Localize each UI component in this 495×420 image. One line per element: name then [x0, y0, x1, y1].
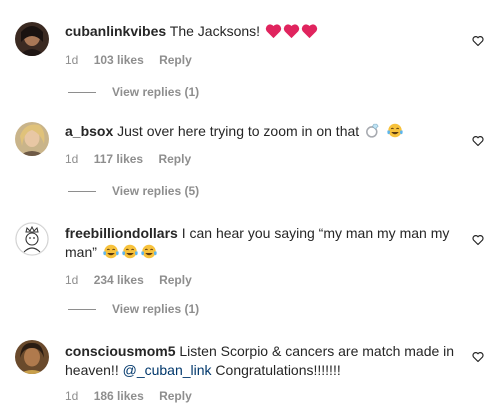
reply-button[interactable]: Reply [159, 389, 192, 403]
comment-text: freebilliondollars I can hear you saying… [65, 224, 455, 265]
red-heart-icon [283, 23, 300, 44]
comment-text: a_bsox Just over here trying to zoom in … [65, 122, 455, 144]
tears-of-joy-icon [102, 243, 120, 265]
view-replies-label: View replies (5) [112, 184, 200, 198]
likes-count[interactable]: 186 likes [94, 389, 144, 403]
comment-meta: 1d 234 likes Reply [65, 272, 455, 288]
comment-body: Just over here trying to zoom in on that [117, 123, 360, 139]
view-replies-label: View replies (1) [112, 302, 200, 316]
red-heart-icon [265, 23, 282, 44]
view-replies-button[interactable]: View replies (1) [65, 85, 199, 99]
comment-meta: 1d 103 likes Reply [65, 52, 455, 68]
reply-button[interactable]: Reply [158, 152, 191, 166]
comment-username[interactable]: a_bsox [65, 123, 113, 139]
divider-line [68, 190, 96, 192]
tears-of-joy-icon [386, 122, 404, 144]
comment-time[interactable]: 1d [65, 273, 78, 287]
reply-button[interactable]: Reply [159, 53, 192, 67]
like-heart-icon[interactable] [472, 233, 484, 246]
comment-meta: 1d 186 likes Reply [65, 388, 455, 404]
comment-text: cubanlinkvibes The Jacksons! [65, 22, 455, 44]
like-heart-icon[interactable] [472, 350, 484, 363]
tears-of-joy-icon [140, 243, 158, 265]
comment-thread: cubanlinkvibes The Jacksons! 1d 103 like… [0, 0, 495, 420]
likes-count[interactable]: 117 likes [94, 152, 143, 166]
comment-body: The Jacksons! [169, 23, 261, 39]
comment-meta: 1d 117 likes Reply [65, 151, 455, 167]
avatar[interactable] [15, 122, 49, 156]
view-replies-button[interactable]: View replies (5) [65, 184, 199, 198]
view-replies-button[interactable]: View replies (1) [65, 302, 199, 316]
red-heart-icon [301, 23, 318, 44]
like-heart-icon[interactable] [472, 134, 484, 147]
divider-line [68, 91, 96, 93]
comment-text: consciousmom5 Listen Scorpio & cancers a… [65, 342, 455, 380]
view-replies-label: View replies (1) [112, 85, 200, 99]
avatar[interactable] [15, 222, 49, 256]
comment-username[interactable]: freebilliondollars [65, 225, 178, 241]
avatar[interactable] [15, 340, 49, 374]
comment-time[interactable]: 1d [65, 53, 78, 67]
likes-count[interactable]: 103 likes [94, 53, 144, 67]
avatar[interactable] [15, 22, 49, 56]
divider-line [68, 308, 96, 310]
like-heart-icon[interactable] [472, 34, 484, 47]
comment-username[interactable]: consciousmom5 [65, 343, 175, 359]
reply-button[interactable]: Reply [159, 273, 192, 287]
comment-time[interactable]: 1d [65, 152, 78, 166]
comment-time[interactable]: 1d [65, 389, 78, 403]
comment-username[interactable]: cubanlinkvibes [65, 23, 166, 39]
tears-of-joy-icon [121, 243, 139, 265]
comment-body-continued: Congratulations!!!!!!! [211, 362, 341, 378]
ring-icon [364, 122, 381, 144]
mention-link[interactable]: @_cuban_link [123, 362, 212, 378]
likes-count[interactable]: 234 likes [94, 273, 144, 287]
